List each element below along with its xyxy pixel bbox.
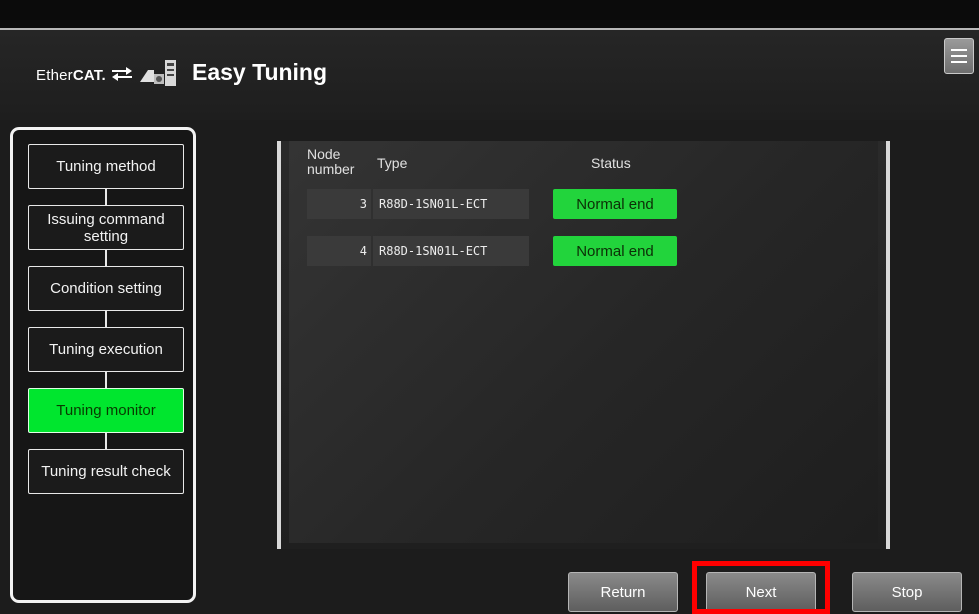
table-row-type: R88D-1SN01L-ECT	[373, 189, 529, 219]
step-label: Tuning execution	[49, 341, 163, 358]
step-tuning-method[interactable]: Tuning method	[28, 144, 184, 189]
step-label: Condition setting	[50, 280, 162, 297]
step-tuning-monitor[interactable]: Tuning monitor	[28, 388, 184, 433]
step-label: Tuning monitor	[56, 402, 156, 419]
column-header-node-number: Node number	[307, 146, 355, 177]
step-issuing-command-setting[interactable]: Issuing command setting	[28, 205, 184, 250]
step-label: Issuing command setting	[47, 210, 165, 245]
table-row-node: 3	[307, 189, 371, 219]
window-top-bar	[0, 0, 979, 30]
tuning-monitor-panel: Node number Type Status 3 R88D-1SN01L-EC…	[277, 141, 890, 549]
next-button-highlight	[692, 561, 830, 614]
step-label: Tuning result check	[41, 463, 171, 480]
status-badge: Normal end	[553, 236, 677, 266]
panel-content: Node number Type Status 3 R88D-1SN01L-EC…	[289, 141, 878, 543]
return-button[interactable]: Return	[568, 572, 678, 612]
page-title: Easy Tuning	[192, 59, 328, 85]
step-tuning-execution[interactable]: Tuning execution	[28, 327, 184, 372]
step-tuning-result-check[interactable]: Tuning result check	[28, 449, 184, 494]
ethercat-arrows-icon	[110, 65, 134, 86]
step-label: Tuning method	[56, 158, 156, 175]
column-header-type: Type	[377, 155, 408, 171]
column-header-status: Status	[591, 155, 631, 171]
ethercat-logo: EtherCAT.	[36, 58, 178, 93]
servo-drive-icon	[138, 58, 178, 93]
table-row-type: R88D-1SN01L-ECT	[373, 236, 529, 266]
menu-icon[interactable]	[944, 38, 974, 74]
table-row-node: 4	[307, 236, 371, 266]
status-badge: Normal end	[553, 189, 677, 219]
logo-text: EtherCAT.	[36, 67, 106, 84]
step-condition-setting[interactable]: Condition setting	[28, 266, 184, 311]
stop-button[interactable]: Stop	[852, 572, 962, 612]
